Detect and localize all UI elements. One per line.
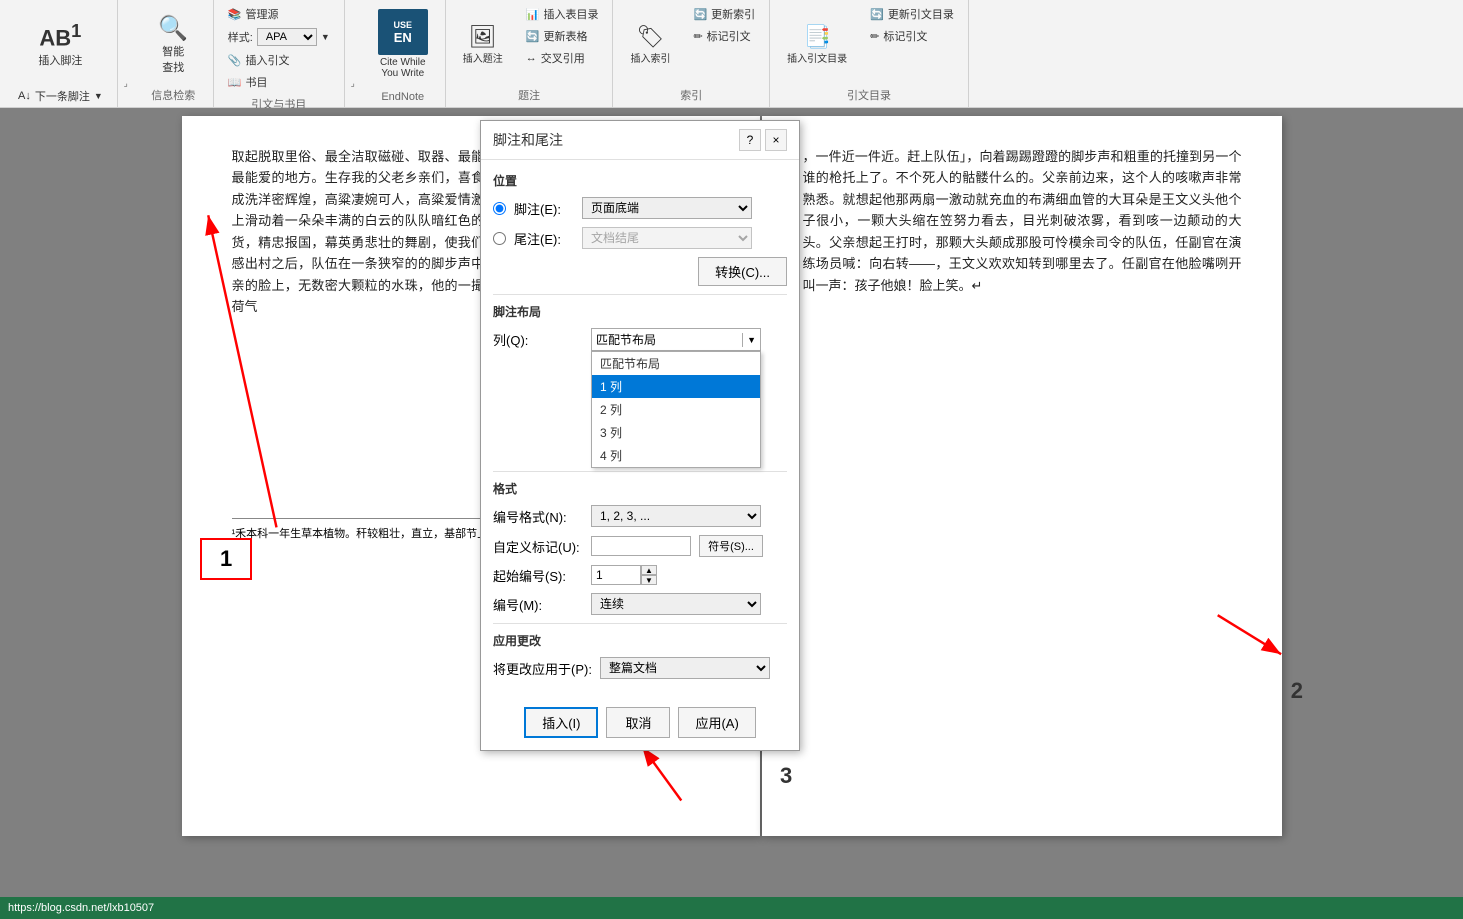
columns-option-1[interactable]: 1 列	[592, 375, 760, 398]
custom-mark-row: 自定义标记(U): 符号(S)...	[493, 535, 787, 557]
spinner-up-button[interactable]: ▲	[641, 565, 657, 575]
spinner-down-button[interactable]: ▼	[641, 575, 657, 585]
footnote-radio-row: 脚注(E): 页面底端	[493, 197, 787, 219]
start-number-row: 起始编号(S): ▲ ▼	[493, 565, 787, 585]
start-number-label: 起始编号(S):	[493, 566, 583, 585]
apply-changes-label: 应用更改	[493, 632, 787, 649]
endnote-radio[interactable]	[493, 232, 506, 245]
footnote-radio[interactable]	[493, 202, 506, 215]
insert-button[interactable]: 插入(I)	[524, 707, 598, 738]
dialog-title-bar: 脚注和尾注 ? ×	[481, 121, 799, 160]
columns-select-display[interactable]: 匹配节布局 ▼	[591, 328, 761, 351]
divider-2	[493, 471, 787, 472]
spinner-buttons: ▲ ▼	[641, 565, 657, 585]
divider-3	[493, 623, 787, 624]
numbering-format-label: 编号格式(N):	[493, 507, 583, 526]
numbering-row: 编号(M): 连续	[493, 593, 787, 615]
apply-to-label: 将更改应用于(P):	[493, 659, 592, 678]
dialog-footer: 插入(I) 取消 应用(A)	[481, 699, 799, 750]
columns-option-match[interactable]: 匹配节布局	[592, 352, 760, 375]
divider-1	[493, 294, 787, 295]
apply-to-select[interactable]: 整篇文档	[600, 657, 770, 679]
numbering-select[interactable]: 连续	[591, 593, 761, 615]
layout-section-label: 脚注布局	[493, 303, 787, 320]
numbering-label: 编号(M):	[493, 595, 583, 614]
dialog-close-button[interactable]: ×	[765, 129, 787, 151]
columns-label: 列(Q):	[493, 330, 583, 349]
dialog-help-button[interactable]: ?	[739, 129, 761, 151]
dialog-title: 脚注和尾注	[493, 130, 563, 150]
custom-mark-label: 自定义标记(U):	[493, 537, 583, 556]
location-section-label: 位置	[493, 172, 787, 189]
symbol-button[interactable]: 符号(S)...	[699, 535, 763, 557]
endnote-position-select[interactable]: 文档结尾	[582, 227, 752, 249]
footnote-endnote-dialog: 脚注和尾注 ? × 位置 脚注(E): 页面底端	[480, 120, 800, 751]
convert-button[interactable]: 转换(C)...	[698, 257, 787, 286]
columns-option-2[interactable]: 2 列	[592, 398, 760, 421]
columns-dropdown-container: 匹配节布局 ▼ 匹配节布局 1 列 2 列 3 列 4 列	[591, 328, 761, 351]
endnote-radio-row: 尾注(E): 文档结尾	[493, 227, 787, 249]
footnote-radio-label: 脚注(E):	[514, 199, 574, 218]
endnote-radio-label: 尾注(E):	[514, 229, 574, 248]
apply-to-row: 将更改应用于(P): 整篇文档	[493, 657, 787, 679]
start-number-spinner: ▲ ▼	[591, 565, 657, 585]
columns-dropdown-arrow[interactable]: ▼	[742, 333, 760, 347]
columns-option-4[interactable]: 4 列	[592, 444, 760, 467]
start-number-input[interactable]	[591, 565, 641, 585]
dialog-overlay: 脚注和尾注 ? × 位置 脚注(E): 页面底端	[0, 0, 1463, 919]
footnote-position-select[interactable]: 页面底端	[582, 197, 752, 219]
format-section-label: 格式	[493, 480, 787, 497]
columns-selected-value: 匹配节布局	[592, 329, 742, 350]
columns-option-3[interactable]: 3 列	[592, 421, 760, 444]
dialog-body: 位置 脚注(E): 页面底端 尾注(E): 文档结尾	[481, 160, 799, 699]
numbering-format-select[interactable]: 1, 2, 3, ...	[591, 505, 761, 527]
columns-dropdown-list: 匹配节布局 1 列 2 列 3 列 4 列	[591, 351, 761, 468]
numbering-format-row: 编号格式(N): 1, 2, 3, ...	[493, 505, 787, 527]
custom-mark-input[interactable]	[591, 536, 691, 556]
cancel-button[interactable]: 取消	[606, 707, 670, 738]
dialog-controls: ? ×	[739, 129, 787, 151]
columns-row: 列(Q): 匹配节布局 ▼ 匹配节布局 1 列 2 列 3 列 4 列	[493, 328, 787, 351]
apply-button[interactable]: 应用(A)	[678, 707, 755, 738]
